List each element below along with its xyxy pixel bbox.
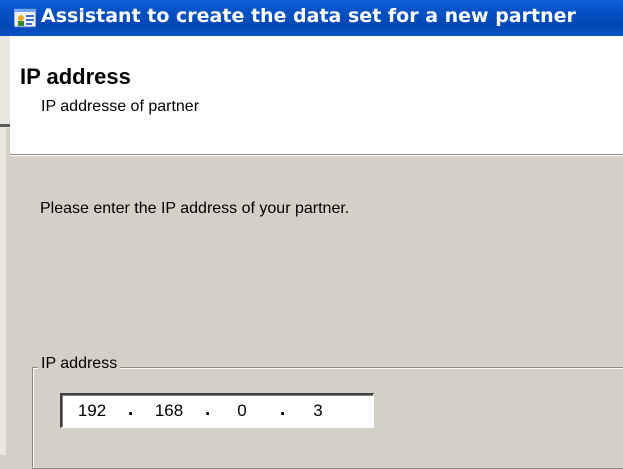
ip-octet-4[interactable]: 3 (296, 401, 340, 421)
ip-octet-2[interactable]: 168 (147, 401, 191, 421)
ip-octet-1[interactable]: 192 (70, 401, 114, 421)
ip-separator: . (128, 399, 134, 420)
wizard-header (10, 36, 623, 154)
header-separator-highlight (10, 155, 623, 156)
left-edge-divider (0, 124, 10, 127)
window-title: Assistant to create the data set for a n… (41, 5, 576, 27)
ip-octet-3[interactable]: 0 (220, 401, 264, 421)
title-bar[interactable]: Assistant to create the data set for a n… (0, 0, 623, 36)
ip-separator: . (205, 399, 211, 420)
wizard-app-icon (13, 8, 37, 28)
ip-separator: . (280, 399, 286, 420)
page-subtitle: IP addresse of partner (41, 98, 200, 115)
page-title: IP address (20, 64, 131, 89)
instruction-text: Please enter the IP address of your part… (40, 200, 350, 217)
groupbox-label: IP address (38, 355, 121, 373)
left-window-edge-top (0, 36, 10, 128)
ip-address-input[interactable]: 192 . 168 . 0 . 3 (60, 393, 374, 428)
